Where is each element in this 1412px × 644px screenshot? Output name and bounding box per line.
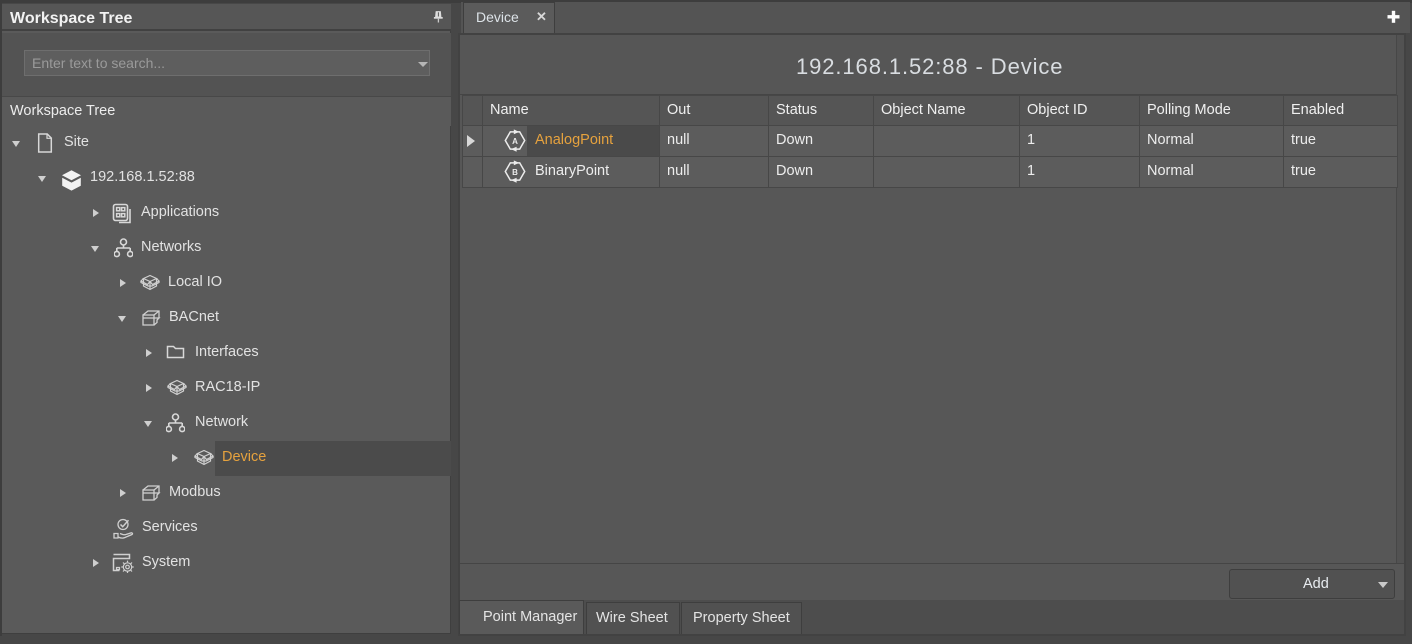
svg-text:A: A — [512, 137, 518, 146]
svg-text:B: B — [512, 168, 518, 177]
